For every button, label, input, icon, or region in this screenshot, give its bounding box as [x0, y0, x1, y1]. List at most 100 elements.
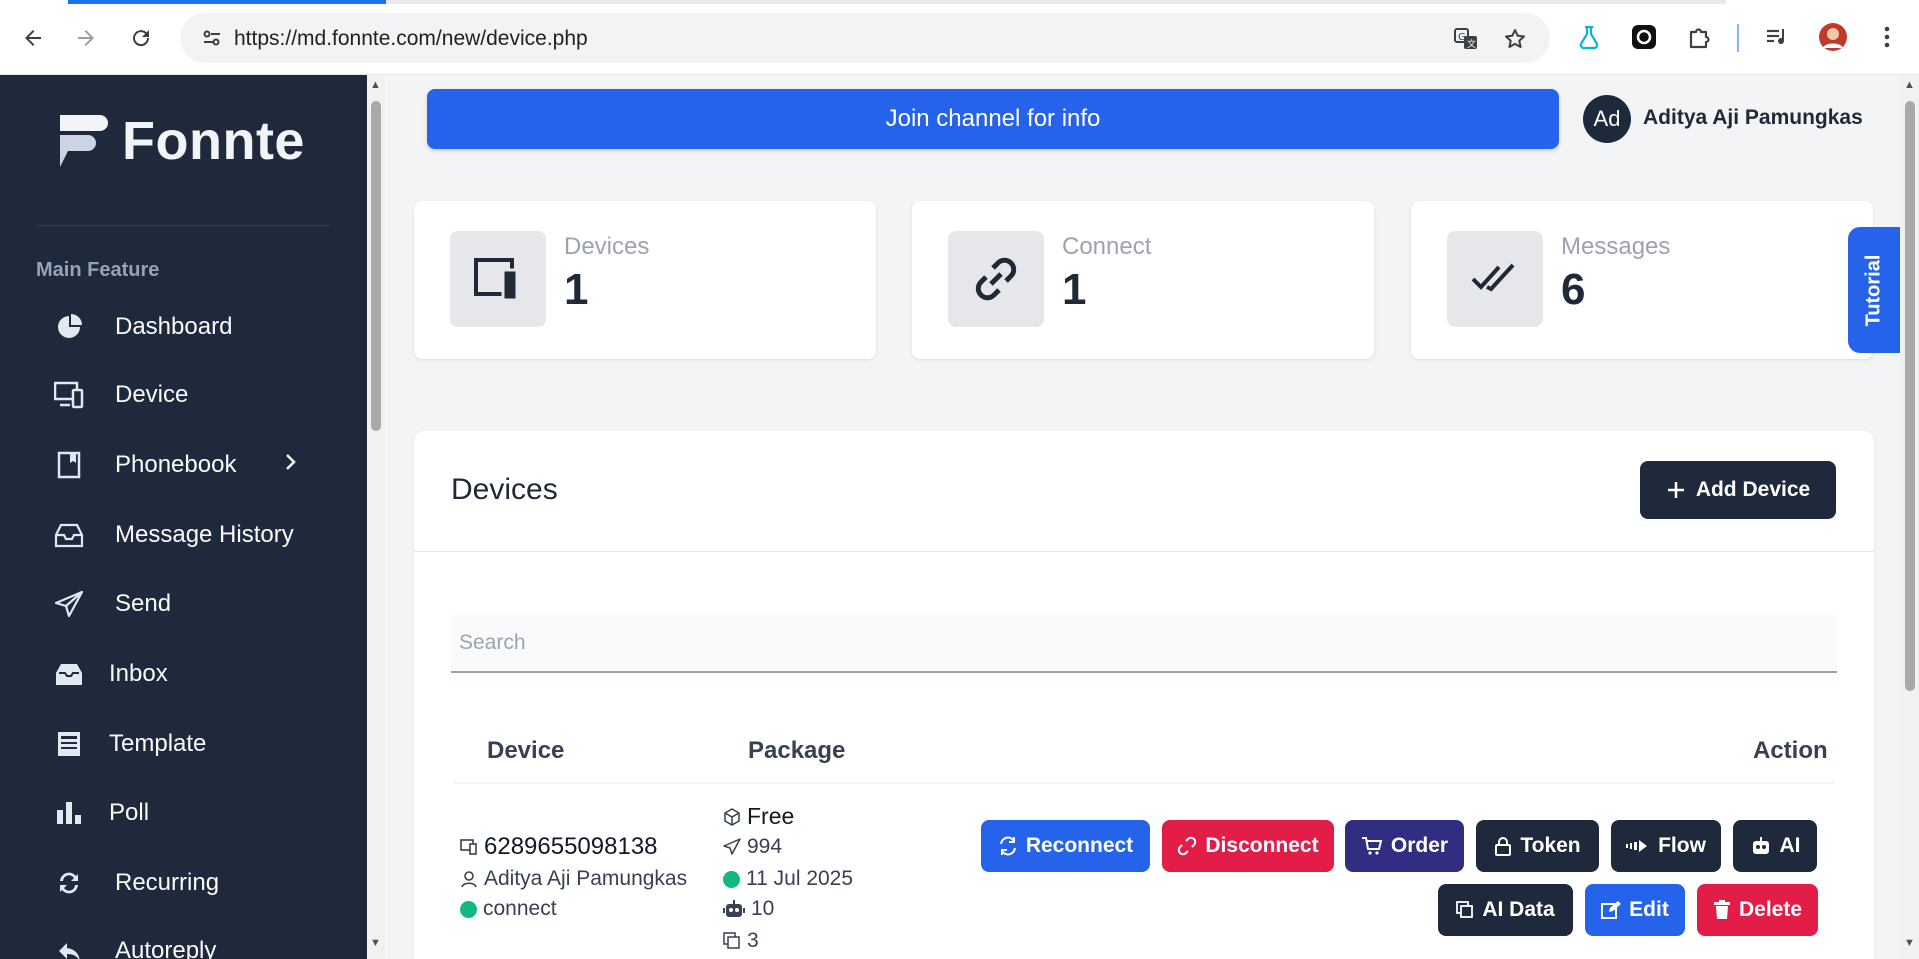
robot-icon [723, 900, 745, 917]
address-bar[interactable]: https://md.fonnte.com/new/device.php G文 [180, 13, 1550, 63]
profile-avatar[interactable] [1818, 22, 1848, 52]
book-icon [54, 450, 84, 480]
device-owner-text: Aditya Aji Pamungkas [484, 867, 688, 890]
plus-icon [1667, 482, 1684, 498]
inbox-icon [54, 659, 84, 689]
scroll-down-arrow-icon[interactable]: ▼ [1904, 937, 1915, 949]
add-device-button[interactable]: Add Device [1640, 461, 1836, 519]
copy-icon [1456, 901, 1474, 918]
stat-value: 1 [564, 265, 589, 314]
chatgpt-extension-icon[interactable] [1629, 22, 1659, 52]
package-ai-data: 3 [723, 929, 759, 953]
package-expiry-text: 11 Jul 2025 [746, 867, 854, 890]
page-scroll-thumb[interactable] [1905, 101, 1915, 691]
ai-button[interactable]: AI [1733, 820, 1817, 872]
sidebar-item-phonebook[interactable]: Phonebook [0, 437, 367, 493]
edit-button[interactable]: Edit [1585, 884, 1685, 936]
toolbar-separator [1737, 24, 1739, 52]
sidebar-item-message-history[interactable]: Message History [0, 507, 367, 563]
site-settings-icon[interactable] [200, 26, 224, 50]
device-status: connect [460, 897, 557, 921]
unlink-icon [1178, 836, 1197, 856]
template-icon [54, 729, 84, 759]
sidebar-item-device[interactable]: Device [0, 367, 367, 423]
sidebar-divider [36, 225, 330, 226]
pie-chart-icon [54, 312, 84, 342]
ai-data-button[interactable]: AI Data [1438, 884, 1573, 936]
package-ai-quota: 10 [723, 897, 774, 921]
sidebar-item-send[interactable]: Send [0, 576, 367, 632]
tab-strip-line [386, 0, 1726, 4]
user-name[interactable]: Aditya Aji Pamungkas [1643, 106, 1863, 130]
back-icon[interactable] [15, 20, 51, 56]
translate-icon[interactable]: G文 [1453, 26, 1479, 52]
disconnect-button[interactable]: Disconnect [1162, 820, 1334, 872]
media-queue-icon[interactable] [1762, 22, 1792, 52]
edit-label: Edit [1629, 898, 1669, 921]
package-expiry: 11 Jul 2025 [723, 867, 853, 891]
copy-icon [723, 932, 740, 949]
devices-panel: Devices Add Device Device Package Action… [414, 431, 1874, 959]
stat-card-devices: Devices 1 [414, 201, 876, 359]
package-ai-quota-text: 10 [751, 897, 775, 920]
bar-chart-icon [54, 798, 84, 828]
sidebar-scroll-thumb[interactable] [371, 101, 381, 431]
page-load-progress [68, 0, 386, 4]
join-channel-button[interactable]: Join channel for info [427, 89, 1559, 149]
more-menu-icon[interactable] [1872, 22, 1902, 52]
main-content: Join channel for info Ad Aditya Aji Pamu… [385, 75, 1900, 959]
scroll-up-arrow-icon[interactable]: ▲ [370, 79, 381, 91]
sidebar-item-template[interactable]: Template [0, 716, 367, 772]
search-input[interactable] [451, 615, 1837, 673]
sidebar-scrollbar[interactable]: ▲ ▼ [367, 75, 385, 959]
sidebar-item-label: Send [115, 590, 172, 617]
tutorial-label: Tutorial [1862, 254, 1885, 326]
column-header-action: Action [1753, 737, 1828, 764]
stat-label: Connect [1062, 233, 1152, 260]
status-dot [460, 900, 477, 918]
flow-button[interactable]: Flow [1611, 820, 1721, 872]
flask-extension-icon[interactable] [1574, 22, 1604, 52]
brand-logo[interactable]: Fonnte [52, 110, 305, 172]
order-button[interactable]: Order [1345, 820, 1464, 872]
lock-icon [1495, 837, 1512, 856]
sidebar-item-label: Poll [109, 799, 150, 826]
sidebar-item-label: Inbox [109, 660, 168, 687]
avatar[interactable]: Ad [1583, 95, 1631, 143]
paper-plane-icon [54, 589, 84, 619]
extensions-puzzle-icon[interactable] [1684, 22, 1714, 52]
flow-label: Flow [1658, 834, 1706, 857]
sidebar-item-autoreply[interactable]: Autoreply [0, 923, 367, 959]
forward-icon[interactable] [68, 20, 104, 56]
column-header-device: Device [487, 737, 565, 764]
delete-button[interactable]: Delete [1697, 884, 1818, 936]
sidebar: Fonnte Main Feature Dashboard Device Pho… [0, 75, 367, 959]
page-scrollbar[interactable]: ▲ ▼ [1901, 75, 1919, 959]
sidebar-item-recurring[interactable]: Recurring [0, 855, 367, 911]
sidebar-item-label: Message History [115, 521, 294, 548]
bookmark-star-icon[interactable] [1502, 26, 1528, 52]
device-owner: Aditya Aji Pamungkas [460, 867, 687, 891]
fonnte-logo-icon [60, 115, 108, 167]
sidebar-section-title: Main Feature [36, 259, 160, 281]
tutorial-tab[interactable]: Tutorial [1848, 227, 1900, 353]
user-icon [461, 871, 477, 888]
flow-icon [1626, 840, 1648, 852]
disconnect-label: Disconnect [1205, 834, 1319, 857]
reload-icon[interactable] [123, 20, 159, 56]
add-device-label: Add Device [1695, 478, 1811, 501]
ai-label: AI [1779, 834, 1801, 857]
sidebar-item-inbox[interactable]: Inbox [0, 646, 367, 702]
reconnect-button[interactable]: Reconnect [981, 820, 1150, 872]
url-text[interactable]: https://md.fonnte.com/new/device.php [234, 27, 588, 51]
scroll-down-arrow-icon[interactable]: ▼ [370, 937, 381, 949]
send-small-icon [723, 838, 741, 855]
token-label: Token [1520, 834, 1581, 857]
sidebar-item-label: Recurring [115, 869, 220, 896]
sidebar-item-dashboard[interactable]: Dashboard [0, 299, 367, 355]
sidebar-item-poll[interactable]: Poll [0, 785, 367, 841]
token-button[interactable]: Token [1476, 820, 1599, 872]
ai-data-label: AI Data [1482, 898, 1555, 921]
scroll-up-arrow-icon[interactable]: ▲ [1904, 79, 1915, 91]
package-quota-text: 994 [747, 835, 783, 858]
